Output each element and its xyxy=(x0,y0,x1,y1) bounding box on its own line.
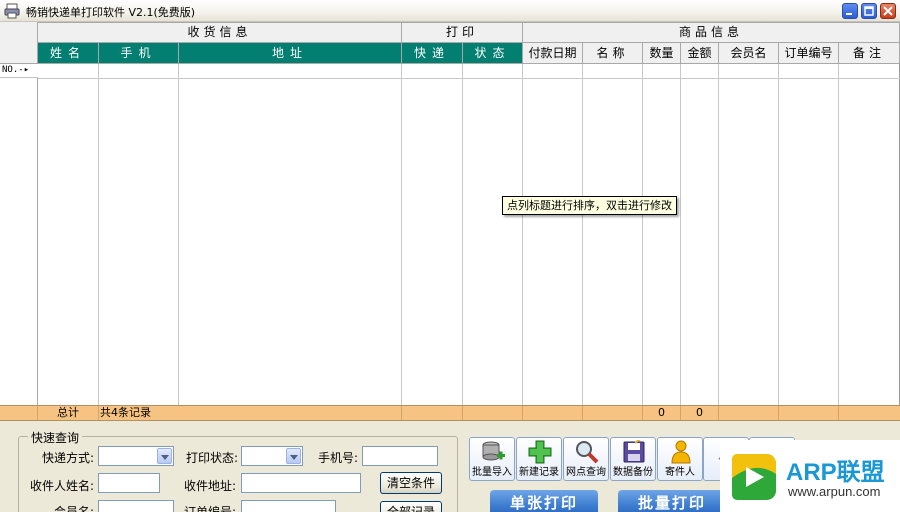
grid-line xyxy=(778,64,779,405)
summary-cell xyxy=(523,406,583,420)
new-record-button[interactable]: 新建记录 xyxy=(516,437,562,481)
col-header-quantity[interactable]: 数量 xyxy=(643,43,681,64)
maximize-button[interactable] xyxy=(861,3,877,19)
print-status-label: 打印状态: xyxy=(185,451,238,465)
express-label: 快递方式: xyxy=(41,451,94,465)
phone-input[interactable] xyxy=(362,446,438,466)
col-header-member[interactable]: 会员名 xyxy=(719,43,779,64)
grid-line xyxy=(680,64,681,405)
batch-print-button[interactable]: 批量打印 xyxy=(618,490,726,512)
member-input[interactable] xyxy=(98,500,174,512)
col-header-express[interactable]: 快递 xyxy=(402,43,463,64)
grid-line xyxy=(522,64,523,405)
grid-corner xyxy=(0,22,38,64)
maximize-icon xyxy=(864,6,874,16)
group-product-info: 商品信息 xyxy=(523,22,900,43)
new-row-indicator[interactable]: NO.-▸ xyxy=(0,64,38,78)
group-receiver-info: 收货信息 xyxy=(38,22,402,43)
single-print-button[interactable]: 单张打印 xyxy=(490,490,598,512)
col-header-address[interactable]: 地址 xyxy=(179,43,402,64)
phone-label: 手机号: xyxy=(317,451,358,465)
address-input[interactable] xyxy=(241,473,361,493)
summary-amount-total: 0 xyxy=(681,406,719,420)
grid-line xyxy=(642,64,643,405)
new-row-label: NO.- xyxy=(2,65,24,75)
data-backup-button[interactable]: 数据备份 xyxy=(610,437,656,481)
window-title: 畅销快递单打印软件 V2.1(免费版) xyxy=(26,6,196,19)
outlet-query-label: 网点查询 xyxy=(566,467,606,478)
plus-icon xyxy=(528,440,552,464)
watermark-brand: ARP联盟 xyxy=(786,459,885,486)
magnifier-icon xyxy=(576,441,599,464)
order-no-label: 订单编号: xyxy=(183,505,236,512)
row-pointer-icon: ▸ xyxy=(23,65,30,75)
printer-icon xyxy=(4,3,20,19)
summary-qty-total: 0 xyxy=(643,406,681,420)
receiver-name-label: 收件人姓名: xyxy=(29,479,94,493)
summary-count: 共4条记录 xyxy=(99,406,402,420)
new-record-label: 新建记录 xyxy=(519,467,559,478)
col-header-order-no[interactable]: 订单编号 xyxy=(779,43,839,64)
grid-line xyxy=(718,64,719,405)
col-header-remark[interactable]: 备注 xyxy=(839,43,900,64)
chevron-down-icon[interactable] xyxy=(286,448,301,464)
col-header-amount[interactable]: 金额 xyxy=(681,43,719,64)
outlet-query-button[interactable]: 网点查询 xyxy=(563,437,609,481)
watermark-url: www.arpun.com xyxy=(788,484,881,499)
sender-button[interactable]: 寄件人 xyxy=(657,437,703,481)
minimize-icon xyxy=(846,13,852,15)
summary-cell xyxy=(463,406,523,420)
row-header-column xyxy=(0,64,38,405)
all-records-button[interactable]: 全部记录 xyxy=(380,501,442,512)
clear-conditions-button[interactable]: 清空条件 xyxy=(380,472,442,494)
person-icon xyxy=(671,440,691,464)
database-import-icon xyxy=(482,441,505,461)
grid-tooltip: 点列标题进行排序，双击进行修改 xyxy=(502,196,677,215)
grid-line xyxy=(582,64,583,405)
col-header-pay-date[interactable]: 付款日期 xyxy=(523,43,583,64)
summary-label: 总计 xyxy=(38,406,99,420)
title-bar: 畅销快递单打印软件 V2.1(免费版) xyxy=(0,0,900,22)
order-no-input[interactable] xyxy=(241,500,336,512)
member-label: 会员名: xyxy=(53,505,94,512)
summary-spacer xyxy=(0,406,38,420)
arp-logo-icon xyxy=(732,454,776,500)
batch-import-button[interactable]: 批量导入 xyxy=(469,437,515,481)
new-row-line xyxy=(38,78,900,79)
col-header-status[interactable]: 状态 xyxy=(463,43,523,64)
summary-cell xyxy=(583,406,643,420)
close-button[interactable] xyxy=(880,3,896,19)
summary-row: 总计 共4条记录 0 0 xyxy=(0,405,900,421)
receiver-name-input[interactable] xyxy=(98,473,160,493)
summary-cell xyxy=(779,406,839,420)
express-select[interactable] xyxy=(98,446,174,466)
quick-search-legend: 快速查询 xyxy=(28,429,83,446)
grid-line xyxy=(401,64,402,405)
floppy-disk-icon xyxy=(623,440,645,463)
close-icon xyxy=(883,6,893,16)
chevron-down-icon[interactable] xyxy=(157,448,172,464)
group-print: 打印 xyxy=(402,22,523,43)
grid-line xyxy=(178,64,179,405)
grid-line xyxy=(98,64,99,405)
col-header-product-name[interactable]: 名称 xyxy=(583,43,643,64)
print-status-select[interactable] xyxy=(241,446,303,466)
watermark: ARP联盟 www.arpun.com xyxy=(720,440,900,512)
sender-label: 寄件人 xyxy=(665,467,695,478)
grid-line xyxy=(838,64,839,405)
summary-cell xyxy=(719,406,779,420)
data-backup-label: 数据备份 xyxy=(613,467,653,478)
grid-line xyxy=(462,64,463,405)
batch-import-label: 批量导入 xyxy=(472,467,512,478)
summary-cell xyxy=(402,406,463,420)
records-grid[interactable]: 收货信息 打印 商品信息 姓名 手机 地址 快递 状态 付款日期 名称 数量 金… xyxy=(0,22,900,421)
address-label: 收件地址: xyxy=(183,479,236,493)
col-header-phone[interactable]: 手机 xyxy=(99,43,179,64)
minimize-button[interactable] xyxy=(842,3,858,19)
col-header-name[interactable]: 姓名 xyxy=(38,43,99,64)
